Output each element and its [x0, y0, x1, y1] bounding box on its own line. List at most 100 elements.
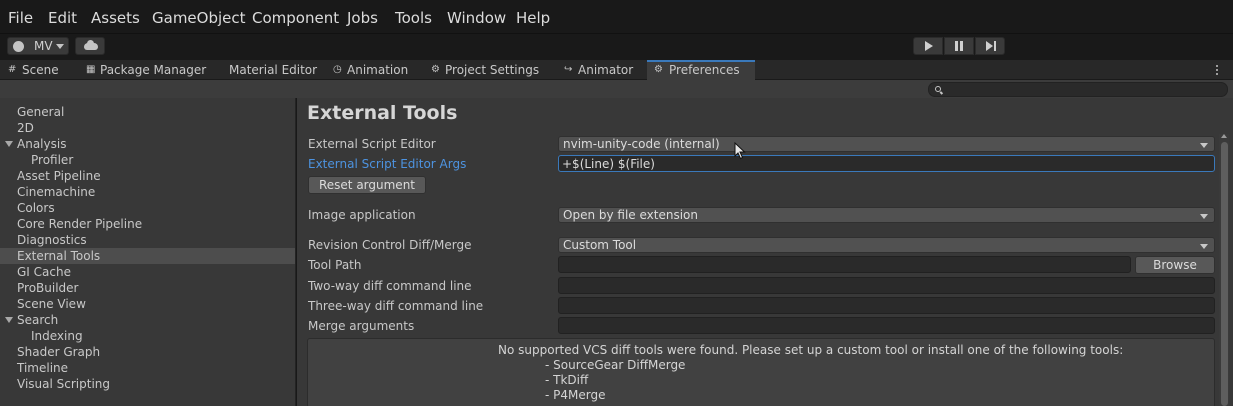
- sidebar-item-indexing[interactable]: Indexing: [0, 328, 295, 344]
- tab-animation[interactable]: ◷ Animation: [333, 60, 423, 80]
- sidebar-item-label: Search: [17, 313, 59, 327]
- tab-material-editor[interactable]: Material Editor: [215, 60, 318, 80]
- pause-button[interactable]: [944, 37, 974, 55]
- menu-tools[interactable]: Tools: [395, 9, 432, 27]
- tab-material-editor-label: Material Editor: [229, 63, 318, 77]
- reset-argument-button[interactable]: Reset argument: [308, 176, 426, 194]
- menu-jobs[interactable]: Jobs: [347, 9, 378, 27]
- menu-file[interactable]: File: [8, 9, 33, 27]
- sidebar-item-colors[interactable]: Colors: [0, 200, 295, 216]
- scrollbar-thumb[interactable]: [1221, 142, 1228, 406]
- script-editor-value: nvim-unity-code (internal): [563, 137, 720, 151]
- gear-icon: ⚙: [654, 64, 663, 75]
- image-app-value: Open by file extension: [563, 208, 698, 222]
- revision-control-value: Custom Tool: [563, 238, 637, 252]
- tab-animator-label: Animator: [578, 63, 634, 77]
- tab-animator[interactable]: ↪ Animator: [564, 60, 644, 80]
- sidebar-item-diagnostics[interactable]: Diagnostics: [0, 232, 295, 248]
- sidebar-item-label: Indexing: [31, 329, 83, 343]
- tab-preferences-label: Preferences: [669, 63, 740, 77]
- tab-project-settings[interactable]: ⚙ Project Settings: [431, 60, 549, 80]
- sidebar-item-label: Shader Graph: [17, 345, 101, 359]
- script-editor-dropdown[interactable]: nvim-unity-code (internal): [558, 136, 1215, 152]
- menu-edit[interactable]: Edit: [48, 9, 77, 27]
- cloud-icon: [84, 40, 98, 50]
- account-dropdown[interactable]: MV: [7, 37, 69, 55]
- sidebar-item-visual-scripting[interactable]: Visual Scripting: [0, 376, 295, 392]
- vcs-tool-item: - SourceGear DiffMerge: [545, 358, 686, 372]
- script-editor-label: External Script Editor: [308, 137, 436, 151]
- vcs-info-box: No supported VCS diff tools were found. …: [307, 338, 1215, 406]
- sidebar-item-analysis[interactable]: Analysis: [0, 136, 295, 152]
- image-app-dropdown[interactable]: Open by file extension: [558, 207, 1215, 223]
- chevron-down-icon: [56, 44, 64, 49]
- animator-icon: ↪: [564, 64, 573, 75]
- sidebar-item-label: Profiler: [31, 153, 74, 167]
- sidebar-item-label: Diagnostics: [17, 233, 87, 247]
- sidebar-item-label: Asset Pipeline: [17, 169, 101, 183]
- image-app-label: Image application: [308, 208, 416, 222]
- sidebar-item-label: ProBuilder: [17, 281, 79, 295]
- three-way-diff-input[interactable]: [558, 297, 1215, 314]
- page-title: External Tools: [307, 102, 458, 124]
- script-args-value: +$(Line) $(File): [562, 157, 655, 171]
- sidebar-item-probuilder[interactable]: ProBuilder: [0, 280, 295, 296]
- window-tab-bar: # Scene ▦ Package Manager Material Edito…: [0, 60, 1233, 80]
- vertical-scrollbar[interactable]: [1219, 134, 1229, 406]
- menu-window[interactable]: Window: [447, 9, 506, 27]
- sidebar-item-external-tools[interactable]: External Tools: [0, 248, 295, 264]
- sidebar-item-profiler[interactable]: Profiler: [0, 152, 295, 168]
- revision-control-label: Revision Control Diff/Merge: [308, 238, 472, 252]
- revision-control-dropdown[interactable]: Custom Tool: [558, 237, 1215, 253]
- chevron-down-icon: [1200, 143, 1208, 148]
- foldout-arrow-icon[interactable]: [5, 317, 13, 323]
- tool-path-label: Tool Path: [308, 258, 362, 272]
- three-way-diff-label: Three-way diff command line: [308, 299, 484, 313]
- more-options-icon[interactable]: [1214, 63, 1220, 77]
- account-icon: [13, 41, 24, 52]
- tab-package-manager[interactable]: ▦ Package Manager: [86, 60, 216, 80]
- sidebar-item-2d[interactable]: 2D: [0, 120, 295, 136]
- tool-path-input[interactable]: [558, 256, 1131, 273]
- sidebar-item-cinemachine[interactable]: Cinemachine: [0, 184, 295, 200]
- menu-gameobject[interactable]: GameObject: [152, 9, 246, 27]
- step-button[interactable]: [975, 37, 1005, 55]
- chevron-down-icon: [1200, 214, 1208, 219]
- menu-help[interactable]: Help: [516, 9, 550, 27]
- sidebar-item-gi-cache[interactable]: GI Cache: [0, 264, 295, 280]
- cloud-button[interactable]: [75, 37, 105, 55]
- foldout-arrow-icon[interactable]: [5, 141, 13, 147]
- sidebar-item-label: General: [17, 105, 65, 119]
- gear-icon: ⚙: [431, 64, 440, 75]
- sidebar-item-core-render-pipeline[interactable]: Core Render Pipeline: [0, 216, 295, 232]
- play-button[interactable]: [913, 37, 943, 55]
- tab-preferences[interactable]: ⚙ Preferences: [647, 60, 755, 80]
- tab-scene[interactable]: # Scene: [8, 60, 70, 80]
- play-icon: [925, 41, 933, 51]
- search-input[interactable]: [928, 82, 1228, 97]
- menu-component[interactable]: Component: [252, 9, 339, 27]
- sidebar-item-general[interactable]: General: [0, 104, 295, 120]
- preferences-search-row: [0, 80, 1233, 98]
- browse-button[interactable]: Browse: [1135, 256, 1215, 274]
- sidebar-item-asset-pipeline[interactable]: Asset Pipeline: [0, 168, 295, 184]
- sidebar-item-timeline[interactable]: Timeline: [0, 360, 295, 376]
- sidebar-item-scene-view[interactable]: Scene View: [0, 296, 295, 312]
- script-args-input[interactable]: +$(Line) $(File): [558, 155, 1215, 172]
- sidebar-item-shader-graph[interactable]: Shader Graph: [0, 344, 295, 360]
- mouse-cursor-icon: [734, 142, 746, 160]
- two-way-diff-input[interactable]: [558, 277, 1215, 294]
- scroll-up-arrow-icon[interactable]: [1221, 134, 1227, 138]
- chevron-down-icon: [1200, 244, 1208, 249]
- tab-scene-label: Scene: [22, 63, 59, 77]
- vcs-tool-item: - TkDiff: [545, 373, 589, 387]
- external-tools-panel: External Tools External Script Editor nv…: [297, 98, 1233, 406]
- preferences-sidebar: General 2D Analysis Profiler Asset Pipel…: [0, 98, 296, 406]
- step-icon: [986, 41, 993, 51]
- menu-assets[interactable]: Assets: [91, 9, 140, 27]
- sidebar-item-search[interactable]: Search: [0, 312, 295, 328]
- script-args-label: External Script Editor Args: [308, 157, 467, 171]
- merge-args-input[interactable]: [558, 317, 1215, 334]
- package-icon: ▦: [86, 64, 96, 75]
- pause-icon: [955, 41, 958, 51]
